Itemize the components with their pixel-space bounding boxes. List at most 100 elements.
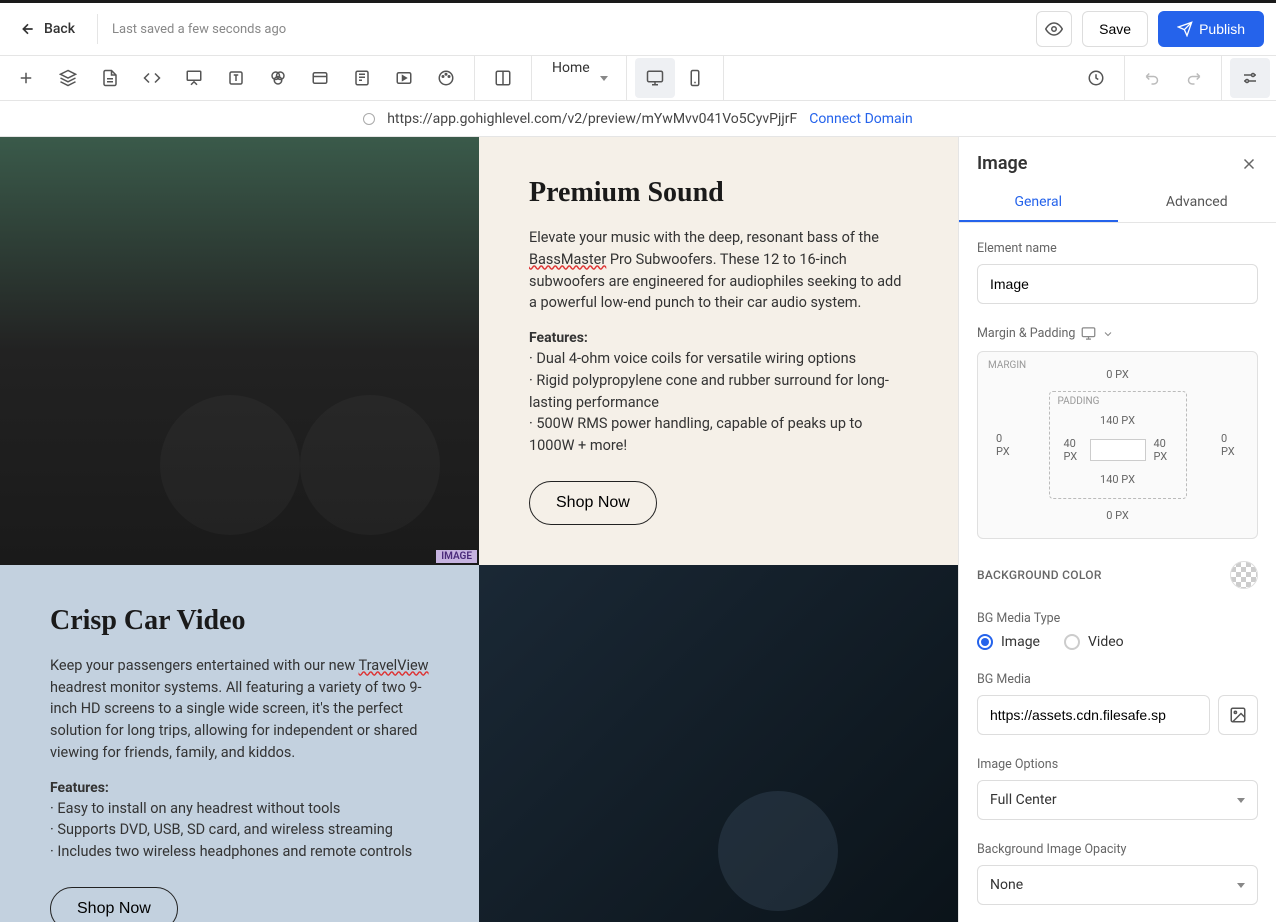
shop-now-button[interactable]: Shop Now [50, 887, 178, 922]
section-crisp-car-video[interactable]: Crisp Car Video Keep your passengers ent… [0, 565, 958, 922]
box-center [1090, 439, 1146, 461]
columns-icon [494, 69, 512, 87]
feature-item: · Supports DVD, USB, SD card, and wirele… [50, 819, 429, 841]
tab-general[interactable]: General [959, 184, 1118, 222]
margin-left[interactable]: 0 PX [990, 428, 1020, 462]
undo-button[interactable] [1133, 58, 1173, 98]
redo-button[interactable] [1173, 58, 1213, 98]
image-options-label: Image Options [977, 757, 1258, 772]
bg-media-type-label: BG Media Type [977, 611, 1258, 626]
brand-word: BassMaster [529, 251, 606, 268]
text-button[interactable] [216, 58, 256, 98]
select-value: Full Center [990, 792, 1057, 808]
play-square-icon [395, 69, 413, 87]
image-cell[interactable] [0, 137, 479, 565]
shop-now-button[interactable]: Shop Now [529, 481, 657, 525]
browse-media-button[interactable] [1218, 695, 1258, 735]
preview-button[interactable] [1036, 11, 1072, 47]
close-panel-button[interactable] [1240, 155, 1258, 173]
video-button[interactable] [384, 58, 424, 98]
smartphone-icon [686, 69, 704, 87]
connect-domain-link[interactable]: Connect Domain [809, 111, 913, 127]
bg-media-url-input[interactable] [977, 695, 1210, 735]
publish-button[interactable]: Publish [1158, 11, 1264, 47]
presentation-button[interactable] [174, 58, 214, 98]
color-button[interactable] [258, 58, 298, 98]
history-button[interactable] [1076, 58, 1116, 98]
padding-left[interactable]: 40 PX [1058, 433, 1088, 467]
section-body: Keep your passengers entertained with ou… [50, 655, 429, 764]
toolbar: Home [0, 56, 1276, 101]
publish-label: Publish [1199, 21, 1245, 37]
margin-top[interactable]: 0 PX [1100, 364, 1135, 385]
save-status: Last saved a few seconds ago [112, 22, 286, 37]
layers-button[interactable] [48, 58, 88, 98]
margin-padding-label: Margin & Padding [977, 326, 1075, 341]
divider [97, 14, 98, 44]
padding-bottom[interactable]: 140 PX [1094, 469, 1141, 490]
settings-panel-button[interactable] [1230, 58, 1270, 98]
element-name-label: Element name [977, 241, 1258, 256]
arrow-left-icon [20, 21, 36, 37]
bg-opacity-select[interactable]: None [977, 865, 1258, 905]
margin-bottom[interactable]: 0 PX [1100, 505, 1135, 526]
feature-item: · 500W RMS power handling, capable of pe… [529, 413, 908, 457]
content-cell[interactable]: Crisp Car Video Keep your passengers ent… [0, 565, 479, 922]
save-button[interactable]: Save [1082, 11, 1148, 47]
add-element-button[interactable] [6, 58, 46, 98]
back-label: Back [44, 21, 75, 37]
features-label: Features: [50, 780, 429, 796]
media-type-image-radio[interactable]: Image [977, 634, 1040, 650]
palette-icon [437, 69, 455, 87]
bg-color-swatch[interactable] [1230, 561, 1258, 589]
margin-right[interactable]: 0 PX [1215, 428, 1245, 462]
code-icon [143, 69, 161, 87]
section-title: Premium Sound [529, 177, 908, 209]
image-cell[interactable] [479, 565, 958, 922]
theme-button[interactable] [426, 58, 466, 98]
columns-toggle[interactable] [483, 58, 523, 98]
droplet-icon [269, 69, 287, 87]
section-premium-sound[interactable]: Premium Sound Elevate your music with th… [0, 137, 958, 565]
bg-color-label: BACKGROUND COLOR [977, 568, 1102, 582]
header-bar: Back Last saved a few seconds ago Save P… [0, 3, 1276, 56]
features-label: Features: [529, 330, 908, 346]
box-model-editor[interactable]: MARGIN 0 PX 0 PX PADDING 140 PX [977, 351, 1258, 539]
layers-icon [59, 69, 77, 87]
section-title: Crisp Car Video [50, 605, 429, 637]
radio-label: Video [1088, 634, 1124, 650]
desktop-view-button[interactable] [635, 58, 675, 98]
padding-right[interactable]: 40 PX [1148, 433, 1178, 467]
padding-top[interactable]: 140 PX [1094, 410, 1141, 431]
layout-button[interactable] [300, 58, 340, 98]
element-name-input[interactable] [977, 264, 1258, 304]
monitor-icon [1081, 326, 1096, 341]
properties-sidebar: Image General Advanced Element name Marg… [958, 137, 1276, 922]
layout-icon [311, 69, 329, 87]
undo-icon [1144, 69, 1162, 87]
image-options-select[interactable]: Full Center [977, 780, 1258, 820]
brand-word: TravelView [359, 657, 429, 674]
database-icon [353, 69, 371, 87]
tab-advanced[interactable]: Advanced [1118, 184, 1276, 222]
url-bar: https://app.gohighlevel.com/v2/preview/m… [0, 101, 1276, 137]
canvas[interactable]: Premium Sound Elevate your music with th… [0, 137, 958, 922]
page-selector[interactable]: Home [540, 60, 618, 96]
feature-item: · Includes two wireless headphones and r… [50, 841, 429, 863]
plus-icon [17, 69, 35, 87]
feature-item: · Rigid polypropylene cone and rubber su… [529, 370, 908, 414]
feature-item: · Dual 4-ohm voice coils for versatile w… [529, 348, 908, 370]
pages-button[interactable] [90, 58, 130, 98]
padding-label: PADDING [1058, 396, 1100, 407]
sliders-icon [1241, 69, 1259, 87]
database-button[interactable] [342, 58, 382, 98]
media-type-video-radio[interactable]: Video [1064, 634, 1124, 650]
feature-item: · Easy to install on any headrest withou… [50, 798, 429, 820]
mobile-view-button[interactable] [675, 58, 715, 98]
code-button[interactable] [132, 58, 172, 98]
presentation-icon [185, 69, 203, 87]
send-icon [1177, 21, 1193, 37]
status-indicator-icon [363, 113, 375, 125]
back-button[interactable]: Back [12, 15, 83, 43]
content-cell[interactable]: Premium Sound Elevate your music with th… [479, 137, 958, 565]
